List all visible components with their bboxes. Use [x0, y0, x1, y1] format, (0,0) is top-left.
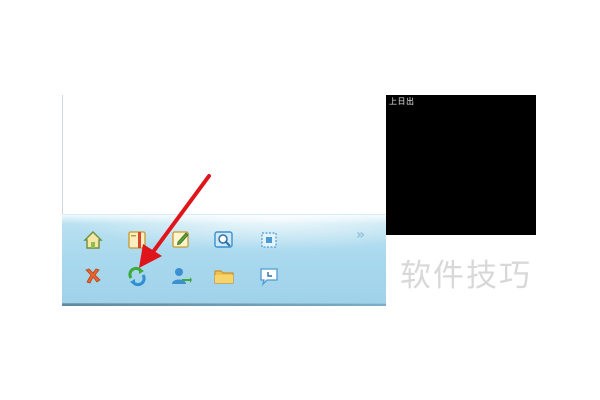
toolbar-shadow — [62, 303, 386, 306]
panel-text: 上日出 — [389, 97, 415, 106]
refresh-icon[interactable] — [126, 265, 148, 287]
dark-panel: 上日出 — [386, 95, 536, 235]
chat-icon[interactable] — [258, 265, 280, 287]
tools-icon[interactable] — [82, 265, 104, 287]
edit-note-icon[interactable] — [170, 228, 192, 250]
watermark-text: 软件技巧 — [400, 258, 532, 294]
image-search-icon[interactable] — [213, 229, 235, 251]
screenshot-icon[interactable] — [258, 229, 280, 251]
book-icon[interactable] — [126, 229, 148, 251]
folder-icon[interactable] — [213, 265, 235, 287]
home-icon[interactable] — [82, 229, 104, 251]
toolbar-overflow-chevron[interactable]: » — [356, 227, 365, 243]
user-share-icon[interactable] — [170, 265, 192, 287]
quick-toolbar — [62, 214, 386, 306]
